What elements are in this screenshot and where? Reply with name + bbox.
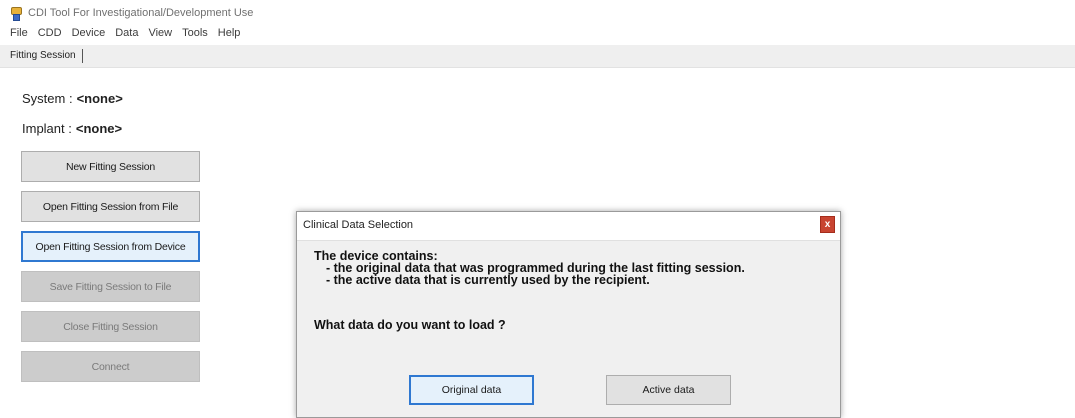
original-data-button[interactable]: Original data — [409, 375, 534, 405]
open-fitting-session-from-file-button[interactable]: Open Fitting Session from File — [21, 191, 200, 222]
close-fitting-session-button[interactable]: Close Fitting Session — [21, 311, 200, 342]
app-window: CDI Tool For Investigational/Development… — [0, 0, 1075, 418]
menu-file[interactable]: File — [10, 27, 28, 43]
menu-data[interactable]: Data — [115, 27, 138, 43]
open-fitting-session-from-device-button[interactable]: Open Fitting Session from Device — [21, 231, 200, 262]
dialog-question: What data do you want to load ? — [314, 318, 506, 332]
dialog-title: Clinical Data Selection — [303, 219, 414, 231]
menu-view[interactable]: View — [148, 27, 172, 43]
tab-strip: Fitting Session — [0, 45, 1075, 68]
system-row: System : <none> — [22, 91, 123, 106]
implant-row: Implant : <none> — [22, 121, 122, 136]
dialog-message: The device contains: - the original data… — [314, 250, 745, 287]
menu-cdd[interactable]: CDD — [38, 27, 62, 43]
new-fitting-session-button[interactable]: New Fitting Session — [21, 151, 200, 182]
app-icon — [10, 6, 22, 21]
menu-device[interactable]: Device — [72, 27, 106, 43]
system-value: <none> — [76, 91, 123, 106]
menu-tools[interactable]: Tools — [182, 27, 208, 43]
clinical-data-selection-dialog: Clinical Data Selection x The device con… — [296, 211, 841, 418]
system-label: System : — [22, 91, 73, 106]
dialog-title-bar: Clinical Data Selection x — [297, 212, 840, 241]
window-title: CDI Tool For Investigational/Development… — [28, 7, 254, 19]
tab-fitting-session[interactable]: Fitting Session — [10, 49, 83, 63]
implant-label: Implant : — [22, 121, 72, 136]
title-bar: CDI Tool For Investigational/Development… — [10, 4, 253, 22]
implant-value: <none> — [75, 121, 123, 136]
menu-help[interactable]: Help — [218, 27, 241, 43]
active-data-button[interactable]: Active data — [606, 375, 731, 405]
dialog-bullet-active: - the active data that is currently used… — [326, 273, 650, 287]
close-icon[interactable]: x — [820, 216, 835, 233]
connect-button[interactable]: Connect — [21, 351, 200, 382]
save-fitting-session-to-file-button[interactable]: Save Fitting Session to File — [21, 271, 200, 302]
menu-bar: File CDD Device Data View Tools Help — [10, 27, 240, 43]
